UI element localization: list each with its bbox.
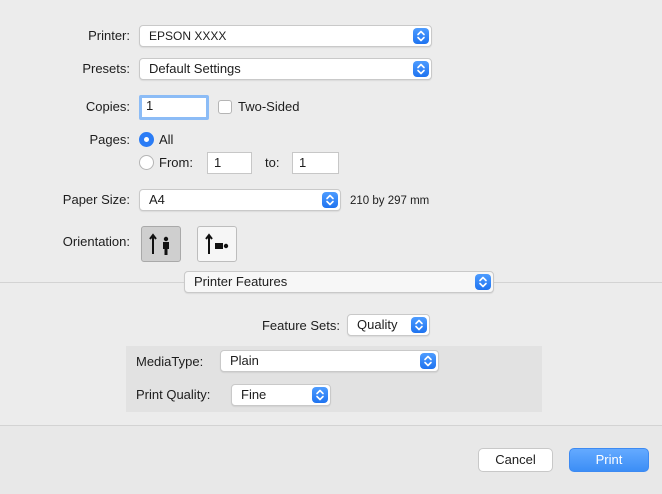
print-quality-popup[interactable]: Fine [231,384,331,406]
orientation-portrait-button[interactable] [141,226,181,262]
paper-size-value: A4 [149,192,165,207]
pages-label: Pages: [89,132,130,147]
presets-label: Presets: [82,61,130,76]
button-bar [0,426,662,494]
two-sided-label: Two-Sided [238,99,300,114]
chevron-updown-icon [413,61,429,77]
feature-sets-value: Quality [357,317,398,332]
paper-size-popup[interactable]: A4 [139,189,341,211]
chevron-updown-icon [475,274,491,290]
two-sided-checkbox[interactable] [218,100,232,114]
print-quality-label: Print Quality: [136,387,211,402]
chevron-updown-icon [312,387,328,403]
printer-value: EPSON XXXX [149,29,227,43]
chevron-updown-icon [322,192,338,208]
pages-from-label: From: [159,155,193,170]
pages-to-input[interactable]: 1 [292,152,339,174]
orientation-label: Orientation: [62,234,130,249]
presets-popup[interactable]: Default Settings [139,58,432,80]
cancel-button[interactable]: Cancel [478,448,553,472]
section-value: Printer Features [194,274,288,289]
section-popup[interactable]: Printer Features [184,271,494,293]
presets-value: Default Settings [149,61,241,76]
copies-label: Copies: [85,99,130,114]
printer-label: Printer: [88,28,130,43]
portrait-icon [149,233,169,255]
pages-all-label: All [159,132,174,147]
feature-sets-popup[interactable]: Quality [347,314,430,336]
pages-from-input[interactable]: 1 [207,152,252,174]
feature-sets-label: Feature Sets: [261,318,340,333]
pages-to-label: to: [265,155,280,170]
media-type-label: MediaType: [136,354,204,369]
media-type-value: Plain [230,353,259,368]
paper-size-label: Paper Size: [62,192,130,207]
print-button[interactable]: Print [569,448,649,472]
print-quality-value: Fine [241,387,267,402]
media-type-popup[interactable]: Plain [220,350,439,372]
paper-size-dimensions: 210 by 297 mm [350,195,430,207]
chevron-updown-icon [413,28,429,44]
chevron-updown-icon [420,353,436,369]
pages-from-radio[interactable] [139,155,154,170]
pages-all-radio[interactable] [139,132,154,147]
orientation-landscape-button[interactable] [197,226,237,262]
copies-input[interactable]: 1 [139,95,209,120]
printer-popup[interactable]: EPSON XXXX [139,25,432,47]
chevron-updown-icon [411,317,427,333]
landscape-icon [205,233,229,254]
